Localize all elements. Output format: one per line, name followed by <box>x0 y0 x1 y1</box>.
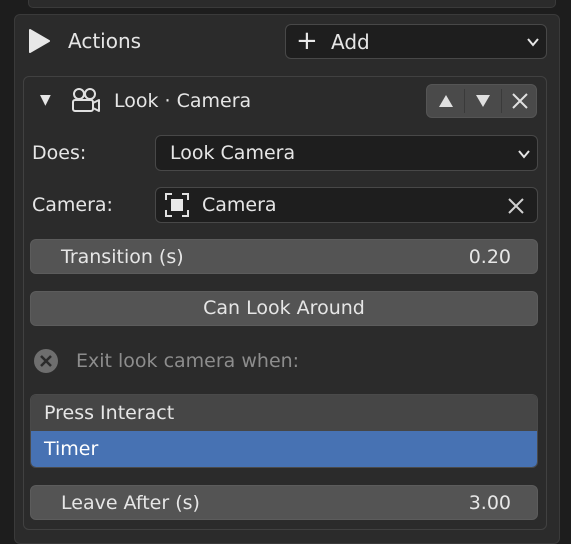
does-label: Does: <box>32 142 87 164</box>
camera-value: Camera <box>202 194 277 216</box>
remove-action-button[interactable] <box>501 85 538 117</box>
actions-title: Actions <box>68 29 142 53</box>
transition-slider[interactable]: Transition (s) 0.20 <box>30 239 538 274</box>
transition-label: Transition (s) <box>61 246 184 268</box>
list-item-press-interact[interactable]: Press Interact <box>31 395 537 431</box>
reorder-button-group <box>426 84 537 118</box>
does-value: Look Camera <box>170 142 296 164</box>
triangle-up-icon <box>438 95 453 107</box>
parent-panel-edge <box>28 0 556 8</box>
exit-condition-list: Press Interact Timer <box>30 394 538 468</box>
play-icon[interactable] <box>27 29 51 53</box>
collapse-triangle-icon[interactable]: ▼ <box>40 92 54 108</box>
add-label: Add <box>331 30 370 54</box>
move-up-button[interactable] <box>427 85 464 117</box>
plus-icon: + <box>296 26 318 56</box>
exit-condition-label: Exit look camera when: <box>76 350 300 372</box>
move-down-button[interactable] <box>464 85 501 117</box>
action-title: Look · Camera <box>114 90 252 112</box>
leave-after-label: Leave After (s) <box>61 492 200 514</box>
triangle-down-icon <box>475 95 490 107</box>
clear-icon[interactable] <box>508 198 524 214</box>
close-icon <box>511 93 528 109</box>
camera-object-field[interactable]: Camera <box>155 187 538 223</box>
leave-after-value: 3.00 <box>468 492 511 514</box>
camera-label: Camera: <box>32 194 113 216</box>
transition-value: 0.20 <box>468 246 511 268</box>
chevron-down-icon <box>527 38 539 47</box>
add-action-dropdown[interactable]: + Add <box>285 24 547 59</box>
camera-icon <box>72 88 100 112</box>
can-look-around-button[interactable]: Can Look Around <box>30 291 538 326</box>
object-icon <box>165 193 189 217</box>
chevron-down-icon <box>518 150 530 159</box>
list-item-timer[interactable]: Timer <box>31 431 537 467</box>
does-dropdown[interactable]: Look Camera <box>155 135 538 171</box>
leave-after-slider[interactable]: Leave After (s) 3.00 <box>30 485 538 520</box>
close-circle-icon[interactable] <box>33 348 59 374</box>
